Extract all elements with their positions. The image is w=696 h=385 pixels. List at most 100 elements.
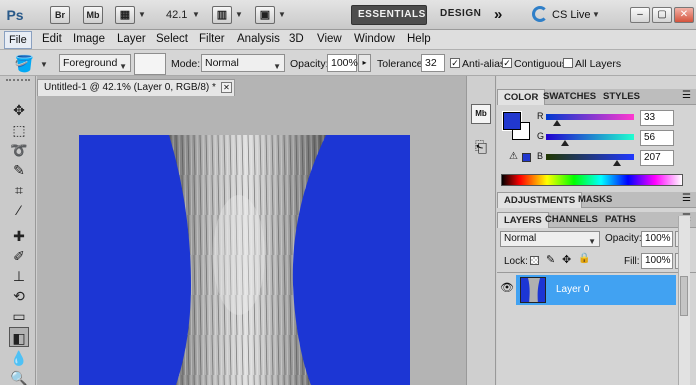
mini-bridge-button[interactable]: Mb bbox=[83, 6, 103, 24]
layer-row[interactable]: Layer 0 bbox=[516, 275, 676, 305]
lock-all-icon[interactable]: 🔒 bbox=[578, 253, 590, 264]
screen-mode-button[interactable]: ▣ bbox=[255, 6, 275, 24]
menu-edit[interactable]: Edit bbox=[42, 33, 62, 45]
collapsed-panel-strip: Mb ⎗ bbox=[466, 76, 496, 385]
arrange-documents-button[interactable]: ▥ bbox=[212, 6, 232, 24]
blend-mode-select[interactable]: Normal ▼ bbox=[500, 231, 600, 247]
chevron-down-icon[interactable]: ▼ bbox=[40, 60, 48, 69]
layers-scrollbar-thumb[interactable] bbox=[680, 276, 688, 316]
chevron-down-icon[interactable]: ▼ bbox=[138, 10, 146, 19]
layer-opacity-input[interactable]: 100% bbox=[641, 231, 673, 247]
tab-swatches[interactable]: SWATCHES bbox=[537, 89, 602, 105]
menu-view[interactable]: View bbox=[317, 33, 342, 45]
lasso-tool-icon[interactable]: ➰ bbox=[9, 140, 29, 160]
opacity-input[interactable]: 100% bbox=[327, 54, 358, 72]
all-layers-checkbox[interactable] bbox=[563, 58, 573, 68]
layer-thumbnail bbox=[520, 277, 546, 303]
crop-tool-icon[interactable]: ⌗ bbox=[9, 180, 29, 200]
antialias-checkbox[interactable]: ✓ bbox=[450, 58, 460, 68]
fill-source-select[interactable]: Foreground ▼ bbox=[59, 54, 131, 72]
workspace-essentials-button[interactable]: ESSENTIALS bbox=[351, 5, 427, 25]
layers-scrollbar[interactable] bbox=[678, 216, 690, 385]
chevron-down-icon[interactable]: ▼ bbox=[278, 10, 286, 19]
workspace-design-button[interactable]: DESIGN bbox=[434, 5, 484, 25]
g-input[interactable]: 56 bbox=[640, 130, 674, 146]
eyedropper-tool-icon[interactable]: ⁄ bbox=[9, 200, 29, 220]
menu-select[interactable]: Select bbox=[156, 33, 188, 45]
tab-masks[interactable]: MASKS bbox=[572, 192, 618, 208]
menu-file[interactable]: File bbox=[4, 31, 32, 49]
layer-opacity-label: Opacity: bbox=[605, 233, 642, 244]
cs-live-icon bbox=[532, 6, 548, 22]
canvas[interactable] bbox=[79, 135, 410, 385]
chevron-down-icon[interactable]: ▼ bbox=[192, 10, 200, 19]
menu-filter[interactable]: Filter bbox=[199, 33, 225, 45]
visibility-eye-icon[interactable]: 👁 bbox=[500, 281, 514, 294]
r-input[interactable]: 33 bbox=[640, 110, 674, 126]
layer-name[interactable]: Layer 0 bbox=[556, 284, 589, 295]
chevron-down-icon[interactable]: ▼ bbox=[235, 10, 243, 19]
b-input[interactable]: 207 bbox=[640, 150, 674, 166]
quick-select-tool-icon[interactable]: ✎ bbox=[9, 160, 29, 180]
adjustments-panel-tabs: ADJUSTMENTS MASKS ☰ bbox=[497, 192, 696, 208]
healing-brush-tool-icon[interactable]: ✚ bbox=[9, 226, 29, 246]
antialias-label: Anti-alias bbox=[462, 58, 506, 70]
menu-image[interactable]: Image bbox=[73, 33, 105, 45]
bridge-button[interactable]: Br bbox=[50, 6, 70, 24]
paint-bucket-icon[interactable]: 🪣 bbox=[14, 54, 34, 74]
history-panel-icon[interactable]: ⎗ bbox=[471, 138, 491, 158]
menu-analysis[interactable]: Analysis bbox=[237, 33, 280, 45]
history-brush-tool-icon[interactable]: ⟲ bbox=[9, 286, 29, 306]
g-slider-thumb[interactable] bbox=[561, 140, 570, 146]
tab-styles[interactable]: STYLES bbox=[597, 89, 646, 105]
clone-stamp-tool-icon[interactable]: ⊥ bbox=[9, 266, 29, 286]
layers-divider bbox=[497, 272, 696, 273]
mini-bridge-panel-icon[interactable]: Mb bbox=[471, 104, 491, 124]
close-button[interactable]: ✕ bbox=[674, 7, 694, 23]
view-extras-button[interactable]: ▦ bbox=[115, 6, 135, 24]
menu-layer[interactable]: Layer bbox=[117, 33, 146, 45]
close-icon[interactable]: ✕ bbox=[221, 82, 232, 93]
gamut-warning-icon[interactable]: ⚠ bbox=[509, 151, 518, 162]
marquee-tool-icon[interactable]: ⬚ bbox=[9, 120, 29, 140]
cs-live-button[interactable]: CS Live bbox=[552, 9, 591, 21]
opacity-slider-button[interactable]: ▸ bbox=[358, 54, 371, 72]
lock-position-icon[interactable]: ✥ bbox=[562, 253, 571, 266]
r-slider-thumb[interactable] bbox=[553, 120, 562, 126]
move-tool-icon[interactable]: ✥ bbox=[9, 100, 29, 120]
fill-input[interactable]: 100% bbox=[641, 253, 673, 269]
more-workspaces-button[interactable]: » bbox=[494, 6, 502, 23]
tab-paths[interactable]: PATHS bbox=[599, 212, 642, 228]
chevron-down-icon[interactable]: ▼ bbox=[592, 10, 600, 19]
panel-menu-icon[interactable]: ☰ bbox=[682, 193, 691, 204]
blur-tool-icon[interactable]: 💧 bbox=[9, 348, 29, 368]
eraser-tool-icon[interactable]: ▭ bbox=[9, 306, 29, 326]
application-bar: Ps Br Mb ▦ ▼ 42.1 ▼ ▥ ▼ ▣ ▼ ESSENTIALS D… bbox=[0, 0, 696, 30]
zoom-level[interactable]: 42.1 bbox=[166, 9, 187, 21]
gamut-color-swatch[interactable] bbox=[522, 153, 531, 162]
lock-transparency-icon[interactable] bbox=[530, 256, 539, 265]
pattern-picker[interactable] bbox=[134, 53, 166, 75]
tab-adjustments[interactable]: ADJUSTMENTS bbox=[497, 192, 583, 208]
tolerance-label: Tolerance: bbox=[377, 58, 426, 70]
lock-pixels-icon[interactable]: ✎ bbox=[546, 253, 555, 266]
maximize-button[interactable]: ▢ bbox=[652, 7, 672, 23]
menu-window[interactable]: Window bbox=[354, 33, 395, 45]
b-slider-thumb[interactable] bbox=[613, 160, 622, 166]
mode-select[interactable]: Normal ▼ bbox=[201, 54, 285, 72]
color-spectrum-bar[interactable] bbox=[501, 174, 683, 186]
g-slider[interactable] bbox=[546, 134, 634, 140]
brush-tool-icon[interactable]: ✐ bbox=[9, 246, 29, 266]
b-label: B bbox=[537, 151, 544, 161]
contiguous-checkbox[interactable]: ✓ bbox=[502, 58, 512, 68]
paint-bucket-tool-icon[interactable]: ◧ bbox=[9, 327, 29, 347]
panel-menu-icon[interactable]: ☰ bbox=[682, 90, 691, 101]
tools-grip[interactable] bbox=[6, 79, 30, 85]
document-tab[interactable]: Untitled-1 @ 42.1% (Layer 0, RGB/8) * bbox=[37, 79, 235, 96]
menu-3d[interactable]: 3D bbox=[289, 33, 304, 45]
menu-help[interactable]: Help bbox=[407, 33, 431, 45]
tab-channels[interactable]: CHANNELS bbox=[539, 212, 604, 228]
dodge-tool-icon[interactable]: 🔍 bbox=[9, 368, 29, 385]
minimize-button[interactable]: – bbox=[630, 7, 650, 23]
tolerance-input[interactable]: 32 bbox=[421, 54, 445, 72]
